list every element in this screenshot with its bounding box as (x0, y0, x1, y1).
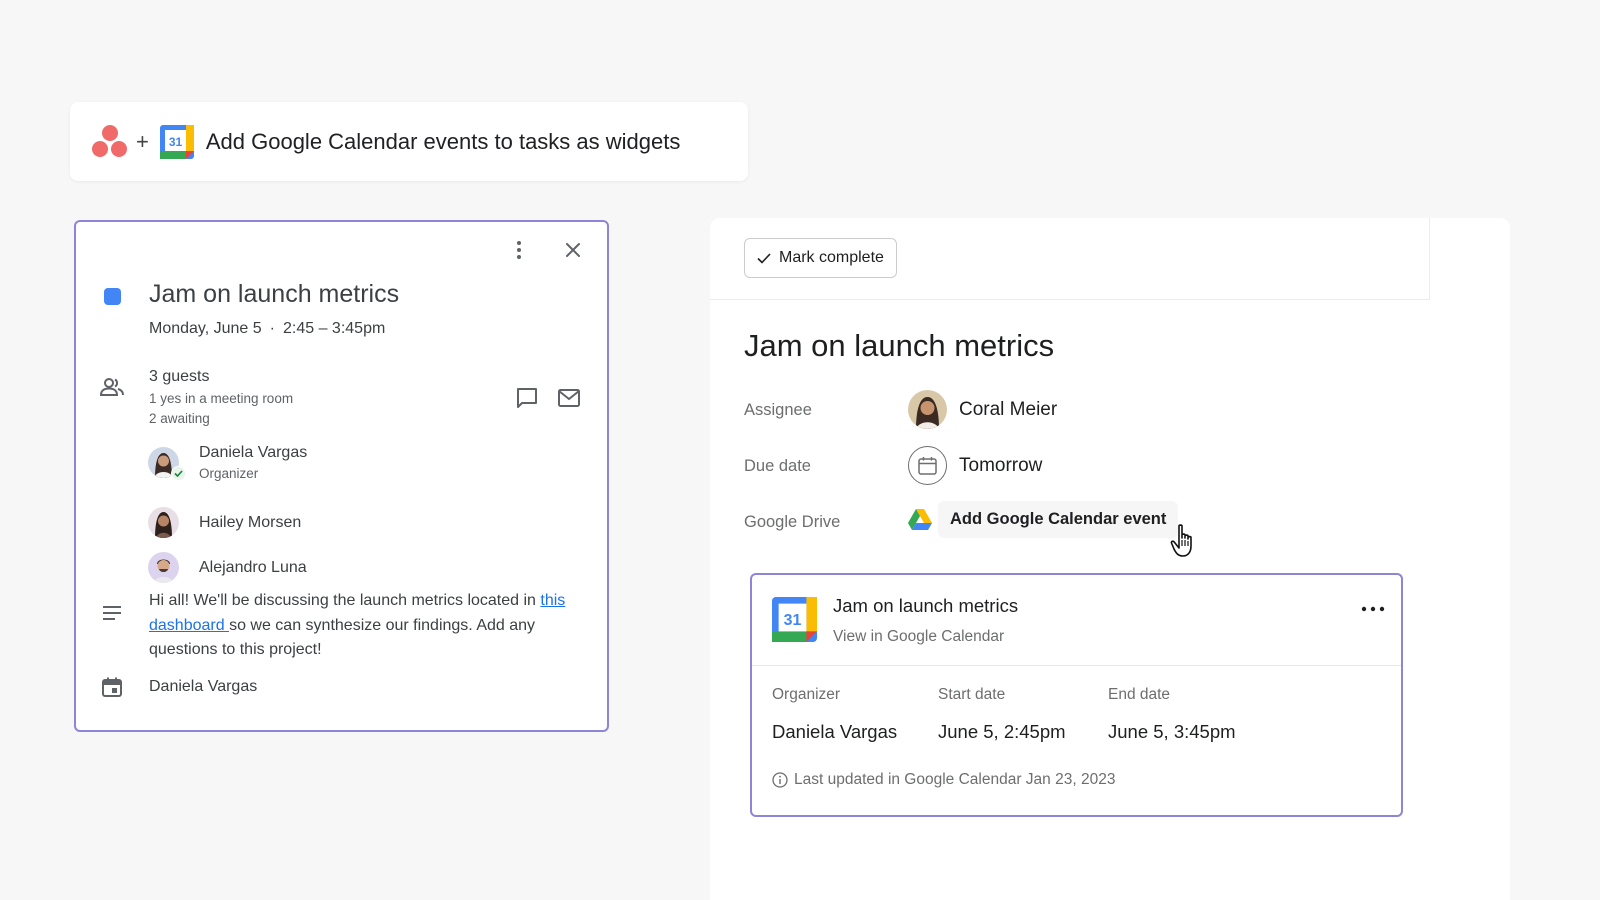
email-guests-button[interactable] (555, 384, 583, 412)
widget-more-button[interactable] (1359, 595, 1387, 623)
end-date-label: End date (1108, 686, 1171, 703)
guests-awaiting: 2 awaiting (149, 411, 210, 426)
task-detail-pane: Mark complete Jam on launch metrics Assi… (710, 218, 1510, 900)
google-calendar-icon: 31 (159, 124, 194, 159)
assignee-field[interactable]: Coral Meier (908, 390, 1057, 429)
due-date-field[interactable]: Tomorrow (908, 446, 1042, 485)
due-date-circle (908, 446, 947, 485)
accepted-badge (171, 466, 186, 481)
guest-avatar-wrap (148, 447, 186, 481)
calendar-event-card: Jam on launch metrics Monday, June 5 · 2:4… (74, 220, 609, 732)
guest-name: Alejandro Luna (199, 558, 307, 576)
banner-title: Add Google Calendar events to tasks as w… (205, 128, 681, 154)
calendar-day-number: 31 (784, 612, 802, 629)
due-date-label: Due date (744, 457, 811, 475)
organizer-label: Organizer (772, 686, 841, 703)
task-title[interactable]: Jam on launch metrics (744, 328, 1054, 364)
hand-cursor-icon (1170, 524, 1192, 557)
event-color-square (104, 288, 121, 305)
widget-header: 31 Jam on launch metrics View in Google … (752, 575, 1401, 666)
calendar-day-number: 31 (169, 135, 183, 149)
due-date-value: Tomorrow (959, 454, 1043, 476)
more-options-button[interactable] (505, 236, 533, 264)
view-in-google-calendar-link[interactable]: View in Google Calendar (833, 628, 1004, 646)
event-time: 2:45 – 3:45pm (283, 320, 386, 337)
assignee-name: Coral Meier (959, 398, 1058, 420)
last-updated-text: Last updated in Google Calendar Jan 23, … (794, 771, 1116, 788)
avatar (908, 390, 947, 429)
calendar-icon (918, 457, 937, 475)
task-toolbar: Mark complete (710, 218, 1430, 300)
more-horiz-icon (1361, 606, 1385, 612)
check-icon (174, 470, 183, 477)
guest-item: Hailey Morsen (148, 507, 301, 538)
event-title: Jam on launch metrics (149, 280, 400, 308)
info-icon (772, 772, 788, 788)
close-icon (566, 243, 580, 257)
avatar (148, 507, 179, 538)
more-vert-icon (517, 241, 521, 259)
mark-complete-label: Mark complete (779, 249, 884, 266)
event-calendar-owner: Daniela Vargas (149, 678, 258, 695)
end-date-value: June 5, 3:45pm (1108, 721, 1236, 742)
guest-item: Daniela Vargas Organizer (148, 444, 307, 481)
guests-summary: 3 guests 1 yes in a meeting room 2 await… (149, 368, 293, 426)
widget-end-date: End date June 5, 3:45pm (1108, 686, 1236, 743)
guest-name: Daniela Vargas (199, 444, 308, 461)
add-google-calendar-event-button[interactable]: Add Google Calendar event (938, 501, 1179, 538)
notes-icon (103, 606, 121, 620)
google-drive-icon (908, 509, 932, 530)
google-calendar-widget: 31 Jam on launch metrics View in Google … (750, 573, 1403, 817)
guests-yes: 1 yes in a meeting room (149, 391, 294, 406)
plus-sign: + (136, 128, 149, 154)
google-drive-field: Add Google Calendar event (908, 501, 1179, 538)
close-button[interactable] (559, 236, 587, 264)
widget-footer: Last updated in Google Calendar Jan 23, … (772, 771, 1115, 789)
organizer-value: Daniela Vargas (772, 721, 898, 742)
guest-role: Organizer (199, 466, 259, 481)
widget-title: Jam on launch metrics (833, 595, 1019, 616)
event-datetime: Monday, June 5 · 2:45 – 3:45pm (149, 320, 385, 338)
widget-organizer: Organizer Daniela Vargas (772, 686, 897, 743)
guests-count: 3 guests (149, 368, 210, 385)
calendar-icon (102, 677, 122, 697)
asana-logo (92, 124, 128, 159)
check-icon (757, 252, 771, 264)
chat-icon (517, 388, 537, 408)
guest-name: Hailey Morsen (199, 513, 302, 531)
description-text: Hi all! We'll be discussing the launch m… (149, 592, 541, 609)
datetime-separator: · (269, 320, 275, 337)
people-icon (100, 378, 124, 396)
event-date: Monday, June 5 (149, 320, 262, 337)
chat-guests-button[interactable] (513, 384, 541, 412)
start-date-value: June 5, 2:45pm (938, 721, 1066, 742)
widget-start-date: Start date June 5, 2:45pm (938, 686, 1066, 743)
google-drive-label: Google Drive (744, 513, 841, 531)
start-date-label: Start date (938, 686, 1006, 703)
assignee-label: Assignee (744, 401, 812, 419)
event-description: Hi all! We'll be discussing the launch m… (149, 589, 581, 663)
mark-complete-button[interactable]: Mark complete (744, 238, 897, 278)
guest-item: Alejandro Luna (148, 552, 307, 583)
mail-icon (558, 389, 580, 407)
integration-banner: + 31 Add Google Calendar events to tasks… (70, 102, 748, 181)
google-calendar-icon: 31 (772, 597, 817, 642)
avatar (148, 552, 179, 583)
